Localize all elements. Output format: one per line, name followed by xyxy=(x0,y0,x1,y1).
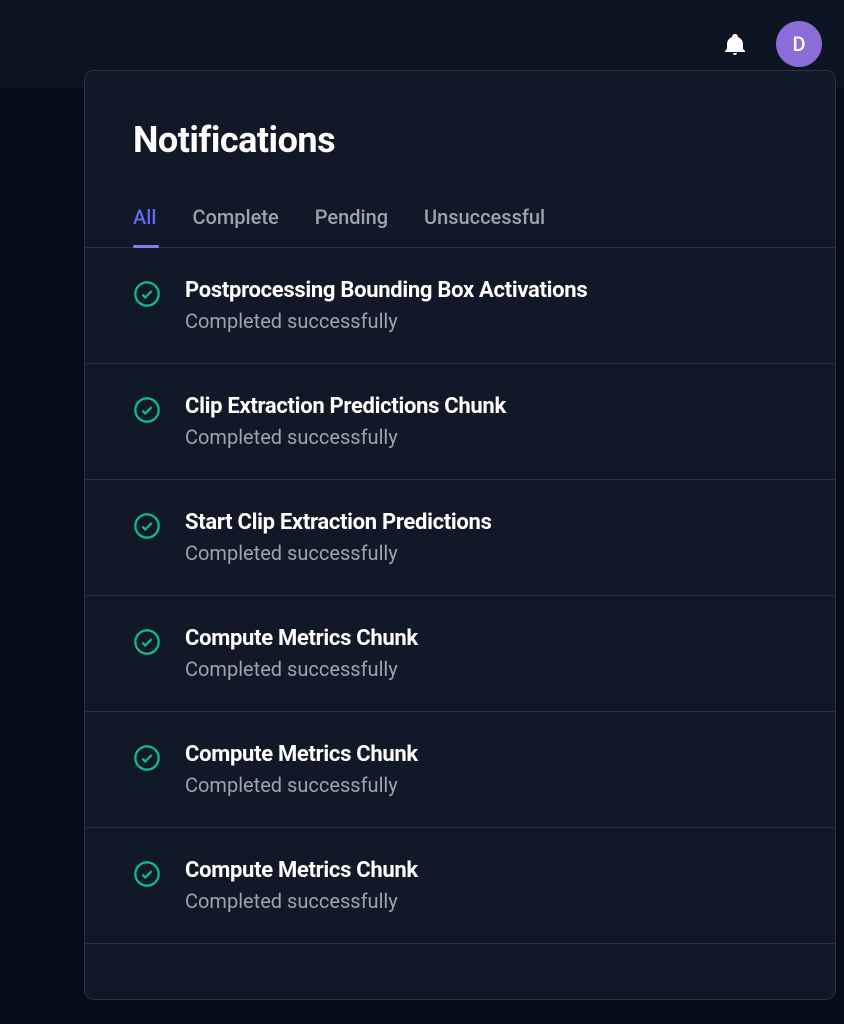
notification-item[interactable]: Compute Metrics Chunk Completed successf… xyxy=(85,596,835,712)
notification-text: Postprocessing Bounding Box Activations … xyxy=(185,278,587,333)
notification-item[interactable]: Postprocessing Bounding Box Activations … xyxy=(85,248,835,364)
tab-label: All xyxy=(133,205,156,229)
bell-icon[interactable] xyxy=(722,31,748,57)
notification-title: Compute Metrics Chunk xyxy=(185,858,418,883)
notification-subtitle: Completed successfully xyxy=(185,773,418,797)
check-circle-icon xyxy=(133,744,161,772)
tab-complete[interactable]: Complete xyxy=(192,205,278,247)
notification-subtitle: Completed successfully xyxy=(185,425,506,449)
notification-text: Compute Metrics Chunk Completed successf… xyxy=(185,742,418,797)
panel-header: Notifications xyxy=(85,71,835,161)
notification-subtitle: Completed successfully xyxy=(185,541,492,565)
notification-item[interactable]: Compute Metrics Chunk Completed successf… xyxy=(85,712,835,828)
notifications-list: Postprocessing Bounding Box Activations … xyxy=(85,248,835,999)
notification-item[interactable]: Compute Metrics Chunk Completed successf… xyxy=(85,828,835,944)
notification-text: Clip Extraction Predictions Chunk Comple… xyxy=(185,394,506,449)
notification-title: Clip Extraction Predictions Chunk xyxy=(185,394,506,419)
avatar-letter: D xyxy=(792,32,805,56)
notification-subtitle: Completed successfully xyxy=(185,309,587,333)
tab-all[interactable]: All xyxy=(133,205,156,247)
panel-title: Notifications xyxy=(133,119,787,161)
tabs: All Complete Pending Unsuccessful xyxy=(85,205,835,248)
notification-text: Compute Metrics Chunk Completed successf… xyxy=(185,626,418,681)
notification-title: Compute Metrics Chunk xyxy=(185,626,418,651)
check-circle-icon xyxy=(133,396,161,424)
notification-text: Compute Metrics Chunk Completed successf… xyxy=(185,858,418,913)
notification-title: Postprocessing Bounding Box Activations xyxy=(185,278,587,303)
notification-text: Start Clip Extraction Predictions Comple… xyxy=(185,510,492,565)
tab-pending[interactable]: Pending xyxy=(315,205,388,247)
tab-label: Pending xyxy=(315,205,388,229)
check-circle-icon xyxy=(133,280,161,308)
tab-unsuccessful[interactable]: Unsuccessful xyxy=(424,205,545,247)
notification-title: Compute Metrics Chunk xyxy=(185,742,418,767)
notification-title: Start Clip Extraction Predictions xyxy=(185,510,492,535)
tab-label: Unsuccessful xyxy=(424,205,545,229)
check-circle-icon xyxy=(133,628,161,656)
notification-subtitle: Completed successfully xyxy=(185,657,418,681)
avatar[interactable]: D xyxy=(776,21,822,67)
notification-subtitle: Completed successfully xyxy=(185,889,418,913)
check-circle-icon xyxy=(133,512,161,540)
notification-item[interactable]: Clip Extraction Predictions Chunk Comple… xyxy=(85,364,835,480)
tab-label: Complete xyxy=(192,205,278,229)
check-circle-icon xyxy=(133,860,161,888)
notification-item[interactable]: Start Clip Extraction Predictions Comple… xyxy=(85,480,835,596)
notifications-panel: Notifications All Complete Pending Unsuc… xyxy=(84,70,836,1000)
